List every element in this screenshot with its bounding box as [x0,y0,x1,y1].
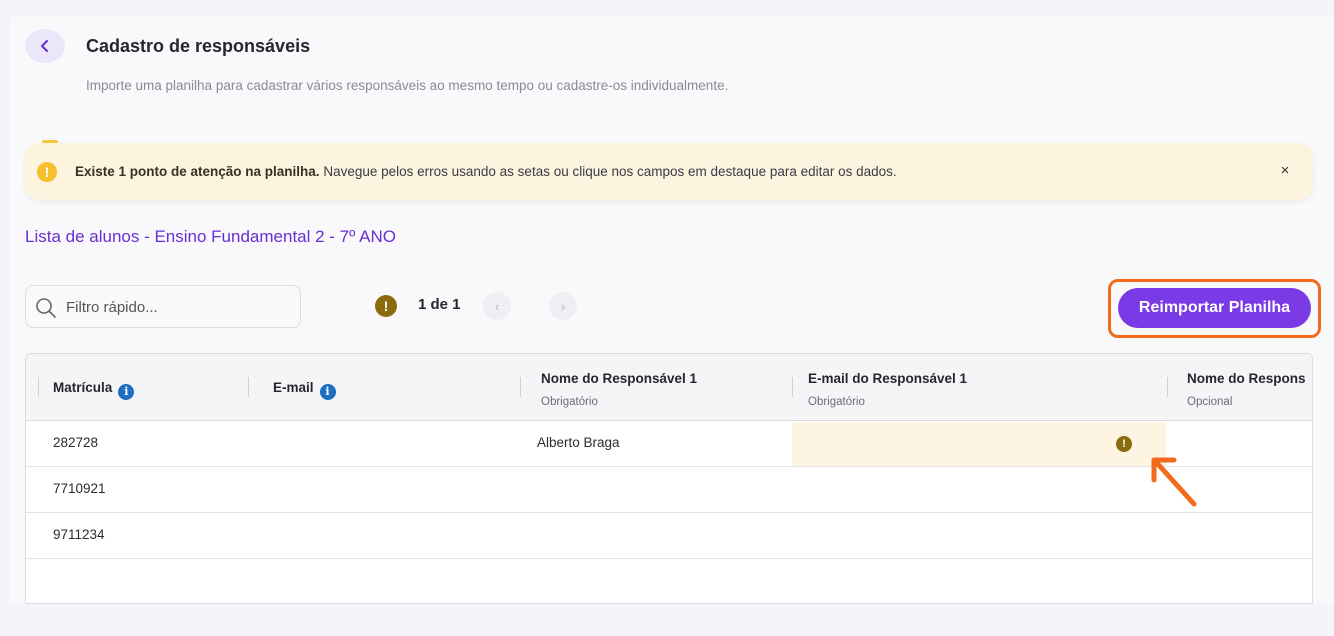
table-row[interactable]: 7710921 [26,467,1312,513]
back-button[interactable] [25,29,65,63]
attention-alert: ! Existe 1 ponto de atenção na planilha.… [25,143,1313,200]
column-label: Nome do Respons [1187,371,1306,386]
next-error-button[interactable]: › [549,292,577,320]
alert-close-button[interactable]: × [1275,162,1295,182]
students-table: Matrícula i E-mail i Nome do Responsável 1… [25,353,1313,604]
search-input[interactable] [66,294,286,320]
info-icon[interactable]: i [319,384,336,400]
column-label-text: Matrícula [53,380,113,395]
column-header-email-responsavel-1[interactable]: E-mail do Responsável 1 Obrigatório [792,354,1166,421]
column-label: E-mail do Responsável 1 [808,371,968,386]
table-row[interactable]: 9711234 [26,513,1312,559]
column-header-email[interactable]: E-mail i [248,354,518,421]
alert-detail-text: Navegue pelos erros usando as setas ou c… [319,164,897,179]
cell-email-responsavel-1-error[interactable]: ! [792,422,1166,466]
column-label-text: E-mail [273,380,314,395]
column-label: Matrícula i [53,380,135,400]
error-circle-icon: ! [375,295,397,317]
column-requirement: Obrigatório [541,396,598,408]
column-requirement: Obrigatório [808,396,865,408]
column-label: E-mail i [273,380,336,400]
column-label: Nome do Responsável 1 [541,371,698,386]
column-separator [38,377,39,397]
arrow-annotation-icon [1151,457,1197,507]
column-separator [520,377,521,397]
prev-error-button[interactable]: ‹ [483,292,511,320]
column-separator [792,377,793,397]
table-header: Matrícula i E-mail i Nome do Responsável 1… [26,354,1312,421]
table-row[interactable]: 282728 Alberto Braga ! [26,421,1312,467]
error-circle-icon: ! [1116,436,1132,452]
info-icon[interactable]: i [118,384,135,400]
reimport-button[interactable]: Reimportar Planilha [1118,288,1311,328]
chevron-left-icon [41,40,48,52]
column-requirement: Opcional [1187,396,1233,408]
cell-nome-responsavel-1[interactable]: Alberto Braga [537,435,620,450]
quick-filter[interactable] [25,285,301,328]
column-header-matricula[interactable]: Matrícula i [38,354,248,421]
page-subtitle: Importe uma planilha para cadastrar vári… [86,78,729,93]
list-title: Lista de alunos - Ensino Fundamental 2 -… [25,227,396,246]
search-icon [36,298,56,318]
cell-matricula[interactable]: 9711234 [53,527,105,542]
column-header-nome-responsavel-2[interactable]: Nome do Respons Opcional [1167,354,1312,421]
alert-message: Existe 1 ponto de atenção na planilha. N… [75,164,897,179]
pagination-label: 1 de 1 [418,296,461,313]
column-separator [248,377,249,397]
page-title: Cadastro de responsáveis [86,36,311,56]
cell-matricula[interactable]: 7710921 [53,481,106,496]
column-header-nome-responsavel-1[interactable]: Nome do Responsável 1 Obrigatório [520,354,790,421]
warning-circle-icon: ! [37,162,57,182]
column-separator [1167,377,1168,397]
alert-bold-text: Existe 1 ponto de atenção na planilha. [75,164,320,179]
cell-matricula[interactable]: 282728 [53,435,98,450]
